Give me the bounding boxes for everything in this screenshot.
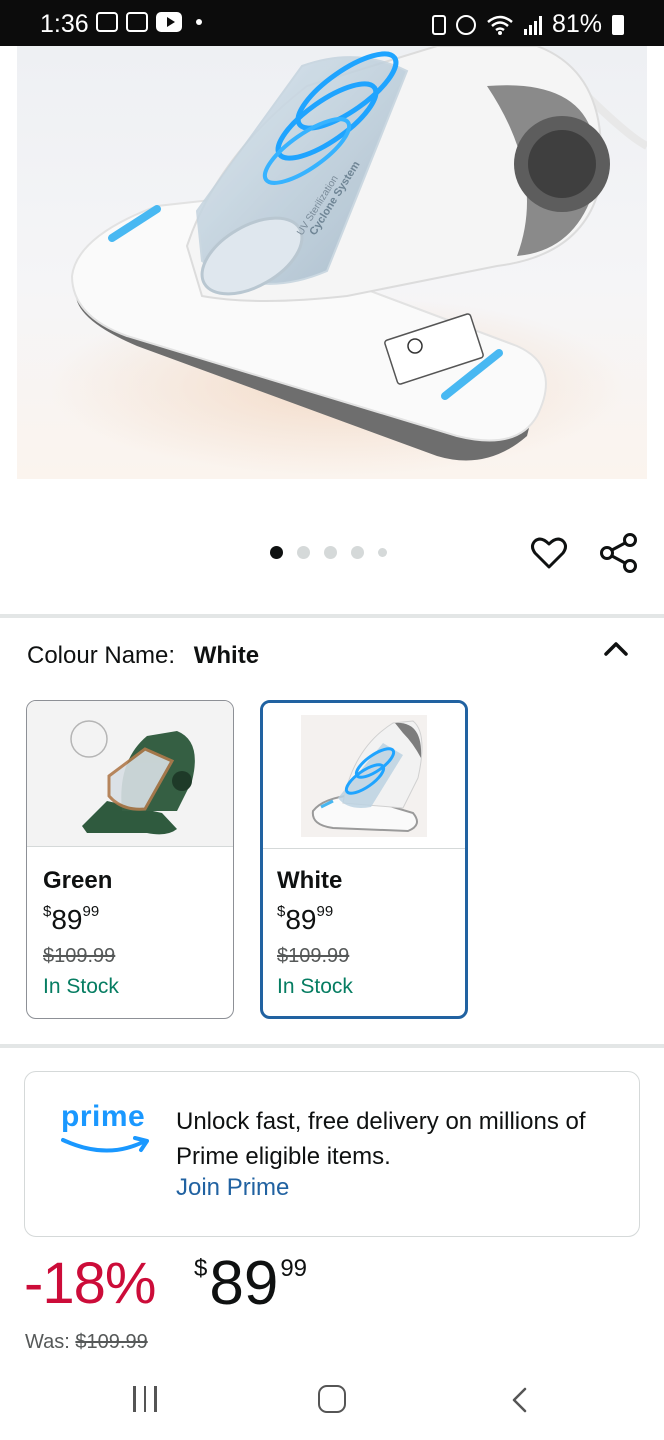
youtube-icon (156, 12, 182, 32)
price-cents: 99 (280, 1255, 308, 1282)
colour-selected-value: White (193, 642, 260, 669)
carousel-dot (324, 546, 337, 559)
prime-promo-card[interactable]: prime Unlock fast, free delivery on mill… (24, 1071, 640, 1237)
colour-option-green[interactable]: Green $8999 $109.99 In Stock (26, 700, 234, 1019)
price-currency: $ (194, 1255, 208, 1282)
join-prime-link[interactable]: Join Prime (176, 1174, 289, 1202)
option-was-price: $109.99 (277, 945, 350, 967)
gallery-icon (96, 12, 118, 32)
current-price: $8999 (194, 1248, 307, 1319)
vacuum-illustration: UV Sterilization Cyclone System (47, 46, 647, 476)
chevron-up-icon[interactable] (600, 636, 632, 662)
colour-option-white[interactable]: White $8999 $109.99 In Stock (260, 700, 468, 1019)
was-value: $109.99 (75, 1331, 148, 1353)
prime-smile-icon (61, 1136, 149, 1153)
carousel-dot (378, 548, 387, 557)
wifi-icon (487, 15, 513, 35)
status-time: 1:36 (40, 10, 89, 38)
white-vacuum-thumbnail (263, 703, 465, 849)
battery-percent: 81% (551, 10, 602, 38)
recent-apps-icon[interactable] (133, 1386, 157, 1412)
section-divider (0, 614, 664, 618)
option-stock-status: In Stock (277, 975, 353, 998)
status-bar: 1:36 81% (0, 0, 664, 46)
battery-saver-icon (431, 14, 446, 35)
back-icon[interactable] (508, 1386, 532, 1414)
discount-percent: -18% (24, 1251, 156, 1316)
heart-icon[interactable] (530, 534, 568, 572)
option-name: White (277, 867, 343, 894)
option-was-price: $109.99 (43, 945, 116, 967)
battery-icon (612, 14, 624, 35)
section-divider (0, 1044, 664, 1048)
option-name: Green (43, 867, 113, 894)
carousel-dot (297, 546, 310, 559)
was-label: Was: (25, 1331, 70, 1353)
prime-message: Unlock fast, free delivery on millions o… (176, 1108, 586, 1170)
notification-icons (96, 12, 202, 32)
colour-name-row: Colour Name: White (27, 642, 259, 670)
carousel-dot (270, 546, 283, 559)
dot-icon (196, 19, 202, 25)
product-image[interactable]: UV Sterilization Cyclone System (17, 46, 647, 479)
colour-label: Colour Name: (27, 642, 176, 669)
was-price: Was: $109.99 (25, 1331, 148, 1354)
option-stock-status: In Stock (43, 975, 119, 998)
prime-logo: prime (61, 1100, 157, 1162)
system-nav-bar (0, 1364, 664, 1440)
option-price: $8999 (43, 903, 100, 935)
share-icon[interactable] (598, 532, 640, 574)
home-icon[interactable] (318, 1385, 346, 1413)
carousel-indicator (270, 546, 387, 559)
carousel-dot (351, 546, 364, 559)
green-vacuum-thumbnail (27, 701, 233, 847)
option-price: $8999 (277, 903, 334, 935)
alarm-icon (455, 14, 476, 35)
price-whole: 89 (209, 1249, 279, 1318)
calendar-icon (126, 12, 148, 32)
system-icons: 81% (431, 10, 624, 39)
signal-icon (523, 15, 542, 35)
